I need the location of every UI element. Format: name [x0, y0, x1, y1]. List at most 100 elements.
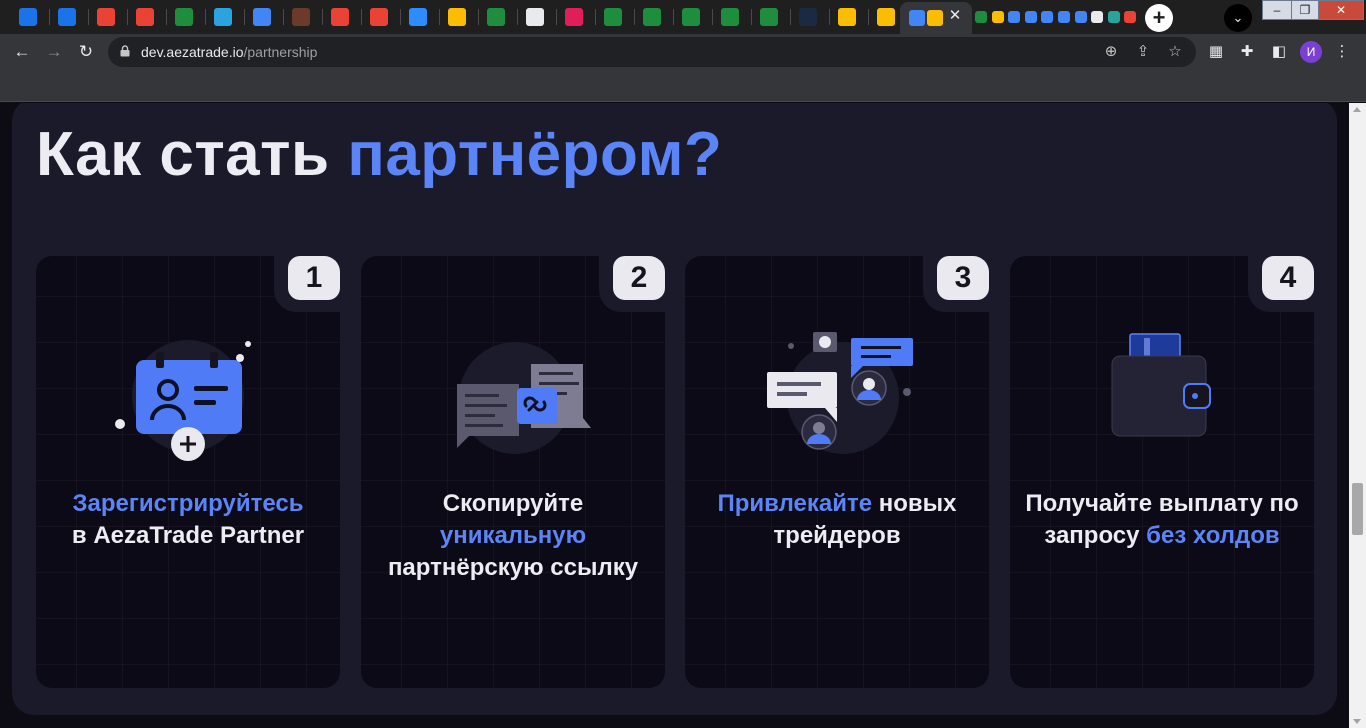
gmail-icon[interactable]	[328, 5, 352, 29]
step-card-2: 2 Скопируйте уникальную партнёрскую ссылку	[361, 256, 665, 688]
page-title: Как стать партнёром?	[36, 119, 722, 190]
app-icon[interactable]	[289, 5, 313, 29]
qr-code-icon[interactable]: ▦	[1206, 42, 1226, 62]
outlook-icon[interactable]	[55, 5, 79, 29]
step-text-plain: Скопируйте	[442, 490, 584, 517]
sheets-icon[interactable]	[757, 5, 781, 29]
slack-icon[interactable]	[562, 5, 586, 29]
back-button[interactable]: ←	[10, 40, 34, 64]
title-accent: партнёром?	[347, 120, 723, 189]
bookmark-star-icon[interactable]: ☆	[1165, 42, 1185, 62]
url-text[interactable]: dev.aezatrade.io/partnership	[141, 44, 317, 60]
drive-icon[interactable]	[989, 5, 1007, 29]
drive-icon[interactable]	[835, 5, 859, 29]
step-number-badge: 1	[288, 256, 340, 300]
sheets-icon[interactable]	[484, 5, 508, 29]
reload-button[interactable]: ↻	[74, 40, 98, 64]
scroll-up-arrow[interactable]	[1353, 107, 1361, 112]
step-text-accent: уникальную	[439, 522, 587, 549]
google-icon[interactable]	[1121, 5, 1139, 29]
outlook-icon[interactable]	[16, 5, 40, 29]
profile-avatar[interactable]: И	[1300, 41, 1322, 63]
sheets-icon[interactable]	[718, 5, 742, 29]
minimize-button[interactable]: –	[1262, 0, 1292, 20]
drive-icon[interactable]	[445, 5, 469, 29]
step-text-plain: в AezaTrade Partner	[71, 522, 305, 549]
share-icon[interactable]: ⇪	[1133, 42, 1153, 62]
tab-separator	[127, 9, 128, 25]
sheets-icon[interactable]	[172, 5, 196, 29]
gmail-icon[interactable]	[94, 5, 118, 29]
step-text: Зарегистрируйтесь в AezaTrade Partner	[44, 488, 332, 552]
step-text-accent: без холдов	[1146, 522, 1280, 549]
tab-separator	[88, 9, 89, 25]
bookmarks-bar	[0, 70, 1366, 102]
page-viewport: Как стать партнёром? 1 Зарегистрируйтесь…	[0, 103, 1349, 728]
sheets-icon[interactable]	[601, 5, 625, 29]
step-text-accent: Привлекайте	[717, 490, 873, 517]
tab-separator	[634, 9, 635, 25]
wallet-icon	[1111, 333, 1211, 437]
drive-icon[interactable]	[874, 5, 898, 29]
tab-separator	[751, 9, 752, 25]
title-main: Как стать	[36, 120, 348, 189]
extensions-icon[interactable]: ✚	[1237, 42, 1257, 62]
step-number-badge: 3	[937, 256, 989, 300]
scroll-thumb[interactable]	[1352, 483, 1363, 535]
tab-separator	[205, 9, 206, 25]
new-tab-button[interactable]: +	[1145, 4, 1173, 32]
tab-separator	[478, 9, 479, 25]
tab-separator	[829, 9, 830, 25]
zoom-icon[interactable]: ⊕	[1101, 42, 1121, 62]
tab-search-button[interactable]: ⌄	[1224, 4, 1252, 32]
step-card-3: 3 Привлекайте новых трейдеров	[685, 256, 989, 688]
tab-separator	[439, 9, 440, 25]
step-number-badge: 4	[1262, 256, 1314, 300]
forward-button[interactable]: →	[42, 40, 66, 64]
docs-icon[interactable]	[1038, 5, 1056, 29]
tab-separator	[673, 9, 674, 25]
step-card-1: 1 Зарегистрируйтесь в AezaTrade Partner	[36, 256, 340, 688]
sheets-icon[interactable]	[640, 5, 664, 29]
step-text: Скопируйте уникальную партнёрскую ссылку	[369, 488, 657, 584]
sheets-icon[interactable]	[972, 5, 990, 29]
docs-icon[interactable]	[250, 5, 274, 29]
app-icon[interactable]	[1105, 5, 1123, 29]
app-icon[interactable]	[1088, 5, 1106, 29]
step-text: Привлекайте новых трейдеров	[693, 488, 981, 552]
gmail-icon[interactable]	[367, 5, 391, 29]
step-card-4: 4 Получайте выплату по запросу без холдо…	[1010, 256, 1314, 688]
partnership-section: Как стать партнёром? 1 Зарегистрируйтесь…	[12, 103, 1337, 715]
step-text-plain: партнёрскую ссылку	[387, 554, 639, 581]
page-scrollbar[interactable]	[1349, 103, 1366, 728]
maximize-button[interactable]: ❐	[1291, 0, 1319, 20]
address-bar[interactable]: dev.aezatrade.io/partnership ⊕ ⇪ ☆	[108, 37, 1196, 67]
tab-separator	[400, 9, 401, 25]
docs-icon[interactable]	[1055, 5, 1073, 29]
tab-separator	[166, 9, 167, 25]
side-panel-icon[interactable]: ◧	[1269, 42, 1289, 62]
registration-card-icon	[115, 340, 251, 461]
tab-separator	[361, 9, 362, 25]
url-path: /partnership	[243, 44, 318, 60]
referral-chat-icon	[767, 332, 913, 454]
docs-icon[interactable]	[1005, 5, 1023, 29]
close-window-button[interactable]: ✕	[1318, 0, 1364, 20]
app-icon[interactable]	[796, 5, 820, 29]
tab-separator	[244, 9, 245, 25]
sheets-icon[interactable]	[679, 5, 703, 29]
tab-separator	[49, 9, 50, 25]
tab-strip: ✕ + ⌄ – ❐ ✕	[0, 0, 1366, 34]
step-text: Получайте выплату по запросу без холдов	[1018, 488, 1306, 552]
docs-icon[interactable]	[1072, 5, 1090, 29]
gmail-icon[interactable]	[133, 5, 157, 29]
menu-icon[interactable]: ⋮	[1332, 42, 1352, 62]
close-tab-icon[interactable]: ✕	[946, 7, 964, 25]
globe-icon[interactable]	[523, 5, 547, 29]
zoom-icon[interactable]	[406, 5, 430, 29]
tab-separator	[790, 9, 791, 25]
docs-icon[interactable]	[1022, 5, 1040, 29]
telegram-icon[interactable]	[211, 5, 235, 29]
scroll-down-arrow[interactable]	[1353, 719, 1361, 724]
step-number-badge: 2	[613, 256, 665, 300]
